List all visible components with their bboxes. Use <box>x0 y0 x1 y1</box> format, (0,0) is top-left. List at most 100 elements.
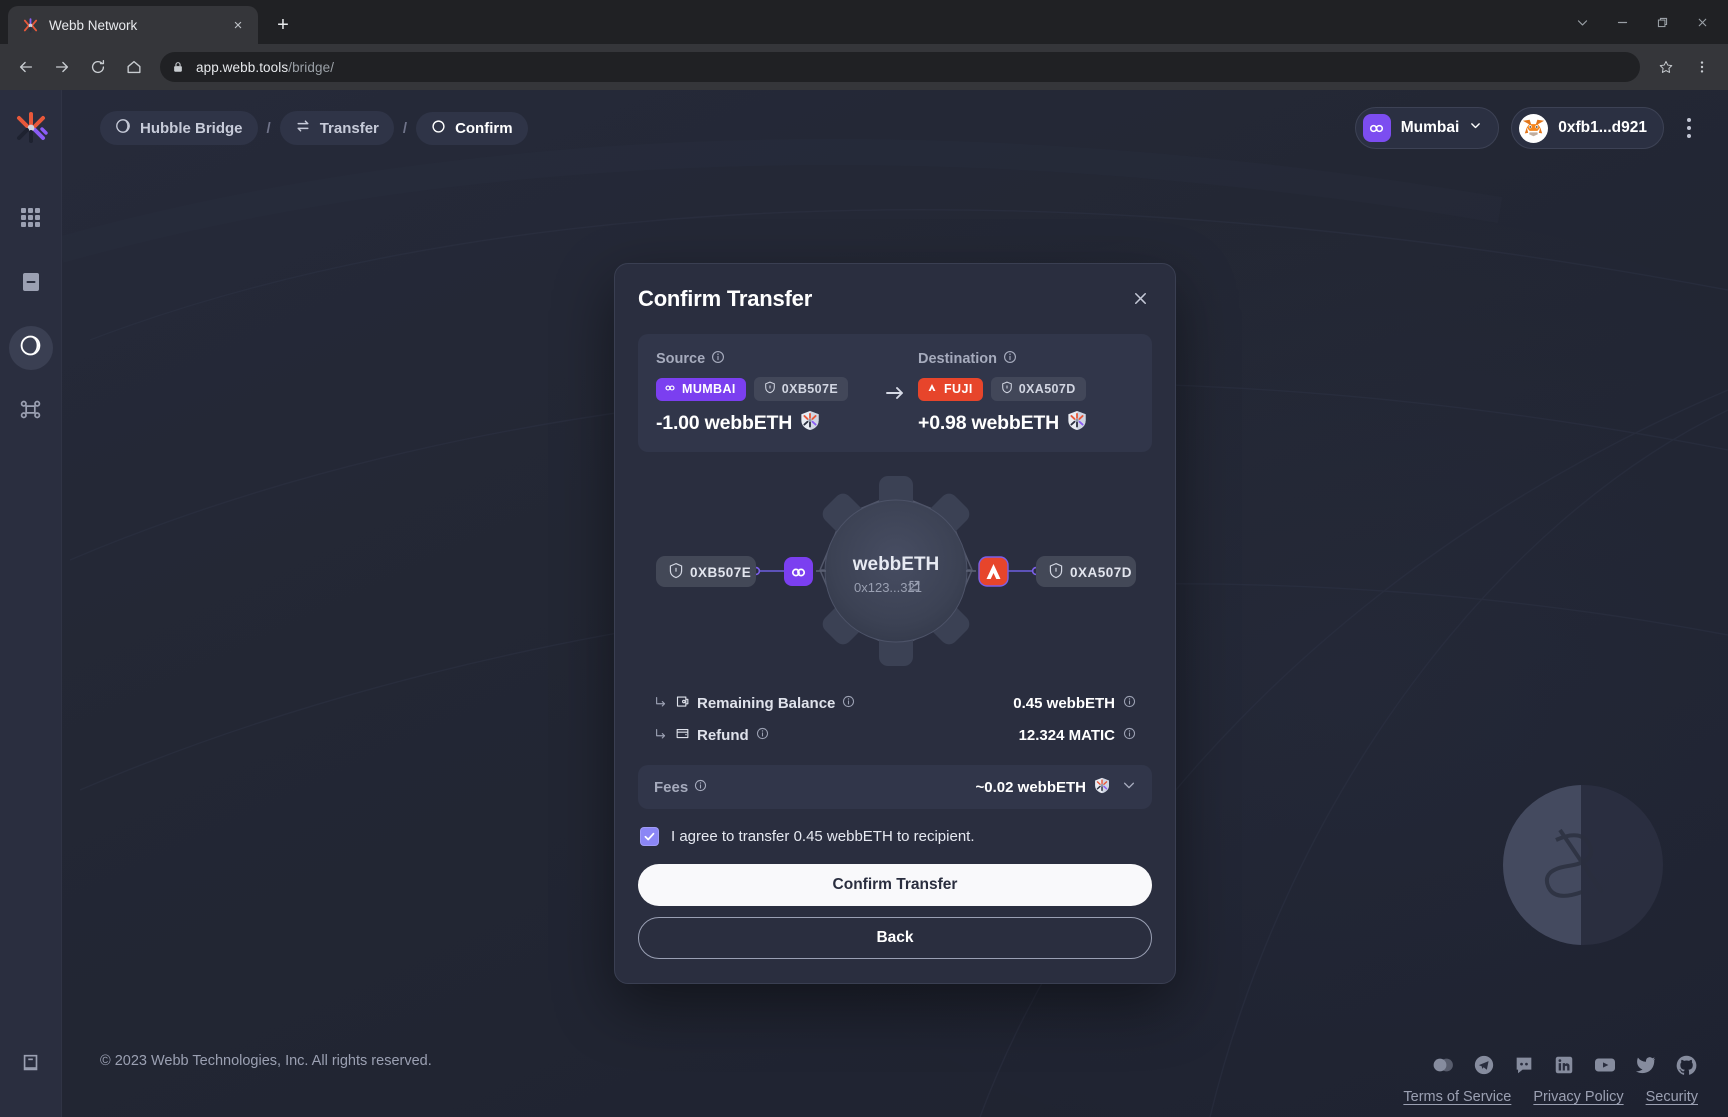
source-label-row: Source <box>656 350 872 368</box>
maximize-icon[interactable] <box>1642 6 1682 38</box>
social-links <box>1431 1053 1698 1077</box>
breadcrumb-item-hubble-bridge[interactable]: Hubble Bridge <box>100 111 258 145</box>
source-address-chip[interactable]: 0XB507E <box>753 377 849 401</box>
discord-icon[interactable] <box>1513 1054 1535 1076</box>
graphic-token-label: webbETH <box>852 554 940 575</box>
bridge-icon <box>19 398 42 426</box>
fees-label-group: Fees <box>654 779 707 796</box>
grid-icon <box>20 207 41 233</box>
sidebar-item-statistics[interactable] <box>9 262 53 306</box>
detail-value: 12.324 MATIC <box>1018 726 1115 744</box>
agreement-row[interactable]: I agree to transfer 0.45 webbETH to reci… <box>638 827 1152 846</box>
back-icon[interactable] <box>10 51 42 83</box>
minimize-icon[interactable] <box>1602 6 1642 38</box>
kebab-menu-icon[interactable] <box>1676 111 1702 145</box>
privacy-policy-link[interactable]: Privacy Policy <box>1533 1089 1623 1105</box>
card-icon <box>20 271 42 298</box>
destination-address-chip[interactable]: 0XA507D <box>990 377 1086 401</box>
graphic-address-label: 0x123...321 <box>854 580 922 595</box>
webb-commons-icon[interactable] <box>1431 1053 1455 1077</box>
linkedin-icon[interactable] <box>1553 1054 1575 1076</box>
github-icon[interactable] <box>1675 1054 1698 1077</box>
detail-label: Refund <box>697 726 749 744</box>
info-icon[interactable] <box>694 779 707 796</box>
info-icon[interactable] <box>756 727 769 744</box>
agreement-checkbox[interactable] <box>640 827 659 846</box>
info-icon[interactable] <box>711 350 725 368</box>
info-icon[interactable] <box>1003 350 1017 368</box>
detail-label: Remaining Balance <box>697 694 836 712</box>
sidebar <box>0 90 62 1117</box>
close-icon[interactable] <box>1128 286 1152 310</box>
destination-amount: +0.98 webbETH <box>918 412 1059 434</box>
back-button[interactable]: Back <box>638 917 1152 959</box>
destination-label: Destination <box>918 351 997 367</box>
shield-icon <box>1001 381 1013 397</box>
breadcrumb-item-confirm[interactable]: Confirm <box>416 111 528 145</box>
transfer-arrows-icon <box>295 118 311 138</box>
youtube-icon[interactable] <box>1593 1053 1617 1077</box>
source-chips: MUMBAI 0XB507E <box>656 377 872 401</box>
source-destination-card: Source MUMBAI 0XB507E -1.00 webbETH Dest… <box>638 334 1152 452</box>
telegram-icon[interactable] <box>1473 1054 1495 1076</box>
breadcrumb-item-transfer[interactable]: Transfer <box>279 111 394 145</box>
webb-token-icon <box>1067 410 1087 437</box>
detail-value: 0.45 webbETH <box>1013 694 1115 712</box>
network-selector[interactable]: Mumbai <box>1354 107 1500 149</box>
corner-arrow-icon <box>654 695 668 712</box>
detail-left: Remaining Balance <box>654 694 855 713</box>
twitter-icon[interactable] <box>1635 1054 1657 1076</box>
star-icon[interactable] <box>1650 51 1682 83</box>
sidebar-item-bridge[interactable] <box>8 326 53 370</box>
fees-label: Fees <box>654 778 689 796</box>
wallet-button[interactable]: 0xfb1...d921 <box>1511 107 1664 149</box>
browser-menu-icon[interactable] <box>1686 51 1718 83</box>
refund-icon <box>675 726 690 745</box>
graphic-left-chip-label: 0XB507E <box>690 565 751 580</box>
source-amount-row: -1.00 webbETH <box>656 410 872 437</box>
tab-close-icon[interactable]: × <box>228 15 248 35</box>
metamask-fox-icon <box>1519 113 1549 143</box>
app-footer: © 2023 Webb Technologies, Inc. All right… <box>62 1029 1728 1117</box>
sidebar-item-apps[interactable] <box>9 198 53 242</box>
destination-column: Destination FUJI 0XA507D +0.98 webbETH <box>872 350 1134 437</box>
webb-logo-icon <box>22 17 39 34</box>
info-icon[interactable] <box>842 695 855 712</box>
browser-tab[interactable]: Webb Network × <box>8 6 258 44</box>
webb-token-icon <box>800 410 820 437</box>
detail-right: 12.324 MATIC <box>1019 727 1136 744</box>
detail-rows: Remaining Balance 0.45 webbETH Refund 12… <box>638 683 1152 751</box>
webb-token-icon <box>1094 777 1110 798</box>
terms-of-service-link[interactable]: Terms of Service <box>1403 1089 1511 1105</box>
chevron-down-icon[interactable] <box>1122 778 1136 797</box>
webb-logo-icon[interactable] <box>13 110 49 146</box>
reload-icon[interactable] <box>82 51 114 83</box>
chevron-down-icon[interactable] <box>1562 6 1602 38</box>
modal-header: Confirm Transfer <box>638 286 1152 312</box>
moon-circle-icon <box>115 118 131 138</box>
security-link[interactable]: Security <box>1646 1089 1698 1105</box>
address-bar[interactable]: app.webb.tools/bridge/ <box>160 52 1640 82</box>
breadcrumb-separator: / <box>402 119 408 137</box>
info-icon[interactable] <box>1123 695 1136 712</box>
sidebar-item-network[interactable] <box>9 390 53 434</box>
window-close-icon[interactable] <box>1682 6 1722 38</box>
home-icon[interactable] <box>118 51 150 83</box>
confirm-transfer-button[interactable]: Confirm Transfer <box>638 864 1152 906</box>
destination-label-row: Destination <box>918 350 1134 368</box>
info-icon[interactable] <box>1123 727 1136 744</box>
new-tab-button[interactable]: + <box>268 10 298 40</box>
browser-toolbar: app.webb.tools/bridge/ <box>0 44 1728 90</box>
breadcrumb: Hubble Bridge / Transfer / Confirm <box>100 111 528 145</box>
footer-right: Terms of Service Privacy Policy Security <box>1403 1053 1698 1105</box>
book-icon <box>20 1052 42 1079</box>
destination-network-label: FUJI <box>944 382 973 396</box>
topbar-right: Mumbai 0xfb1...d921 <box>1354 107 1702 149</box>
modal-stage: Confirm Transfer Source MUMBAI 0XB507E -… <box>62 166 1728 1029</box>
fees-row[interactable]: Fees ~0.02 webbETH <box>638 765 1152 809</box>
sidebar-item-docs[interactable] <box>9 1043 53 1087</box>
forward-icon[interactable] <box>46 51 78 83</box>
app-topbar: Hubble Bridge / Transfer / Confirm Mumba… <box>62 90 1728 166</box>
graphic-right-chip-label: 0XA507D <box>1070 565 1132 580</box>
source-address-label: 0XB507E <box>781 382 839 396</box>
